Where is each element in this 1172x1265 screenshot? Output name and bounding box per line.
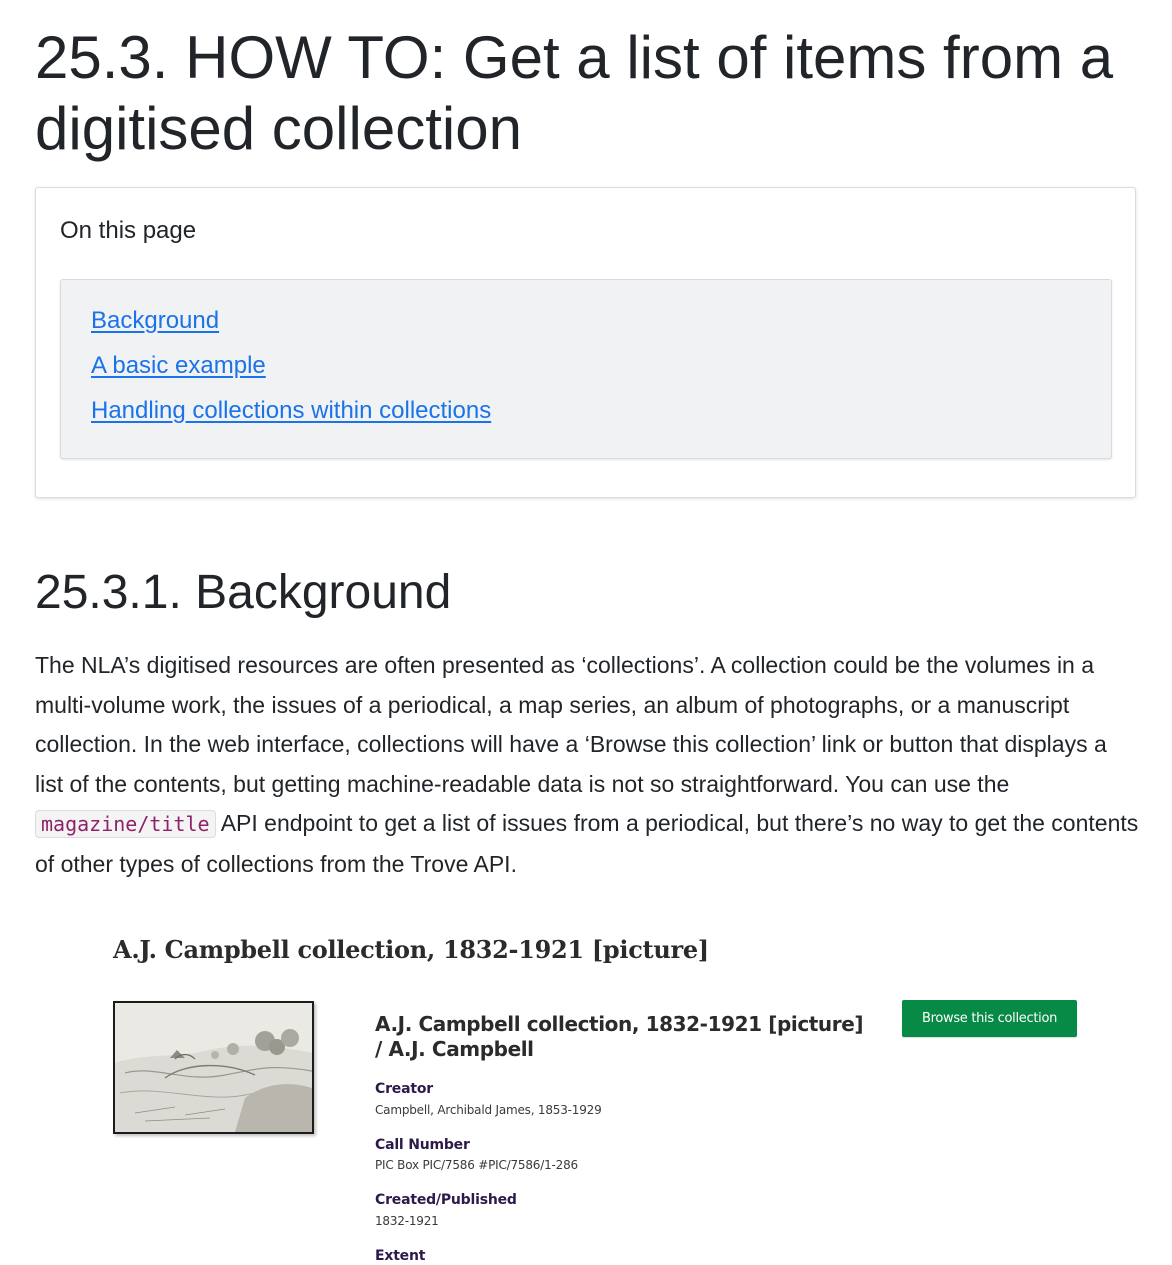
record-title: A.J. Campbell collection, 1832-1921 [pic…: [375, 1012, 864, 1061]
on-this-page-box: On this page Background A basic example …: [35, 187, 1136, 498]
toc-item-nested-collections: Handling collections within collections: [91, 388, 1081, 433]
page-title: 25.3. HOW TO: Get a list of items from a…: [35, 24, 1114, 162]
landscape-sketch-icon: [115, 1003, 312, 1132]
field-value-creator: Campbell, Archibald James, 1853-1929: [375, 1103, 602, 1117]
toc-link-list: Background A basic example Handling coll…: [60, 279, 1112, 459]
field-label-created-published: Created/Published: [375, 1192, 517, 1208]
collection-page-title: A.J. Campbell collection, 1832-1921 [pic…: [113, 935, 709, 964]
background-paragraph: The NLA’s digitised resources are often …: [35, 646, 1140, 884]
toc-link-nested-collections[interactable]: Handling collections within collections: [91, 397, 491, 424]
paragraph-text-before-code: The NLA’s digitised resources are often …: [35, 652, 1107, 797]
toc-heading: On this page: [60, 217, 197, 244]
toc-item-basic-example: A basic example: [91, 343, 1081, 388]
field-value-created-published: 1832-1921: [375, 1214, 439, 1228]
field-value-call-number: PIC Box PIC/7586 #PIC/7586/1-286: [375, 1158, 578, 1172]
toc-item-background: Background: [91, 298, 1081, 343]
field-label-extent: Extent: [375, 1248, 426, 1264]
inline-code-magazine-title: magazine/title: [35, 810, 216, 838]
toc-link-background[interactable]: Background: [91, 307, 219, 334]
toc-link-basic-example[interactable]: A basic example: [91, 352, 266, 379]
field-label-creator: Creator: [375, 1081, 433, 1097]
section-heading-background: 25.3.1. Background: [35, 566, 452, 619]
sketch-thumbnail-image[interactable]: [113, 1001, 314, 1134]
field-label-call-number: Call Number: [375, 1137, 470, 1153]
browse-this-collection-button[interactable]: Browse this collection: [902, 1000, 1077, 1037]
trove-collection-screenshot: A.J. Campbell collection, 1832-1921 [pic…: [113, 930, 1093, 1264]
